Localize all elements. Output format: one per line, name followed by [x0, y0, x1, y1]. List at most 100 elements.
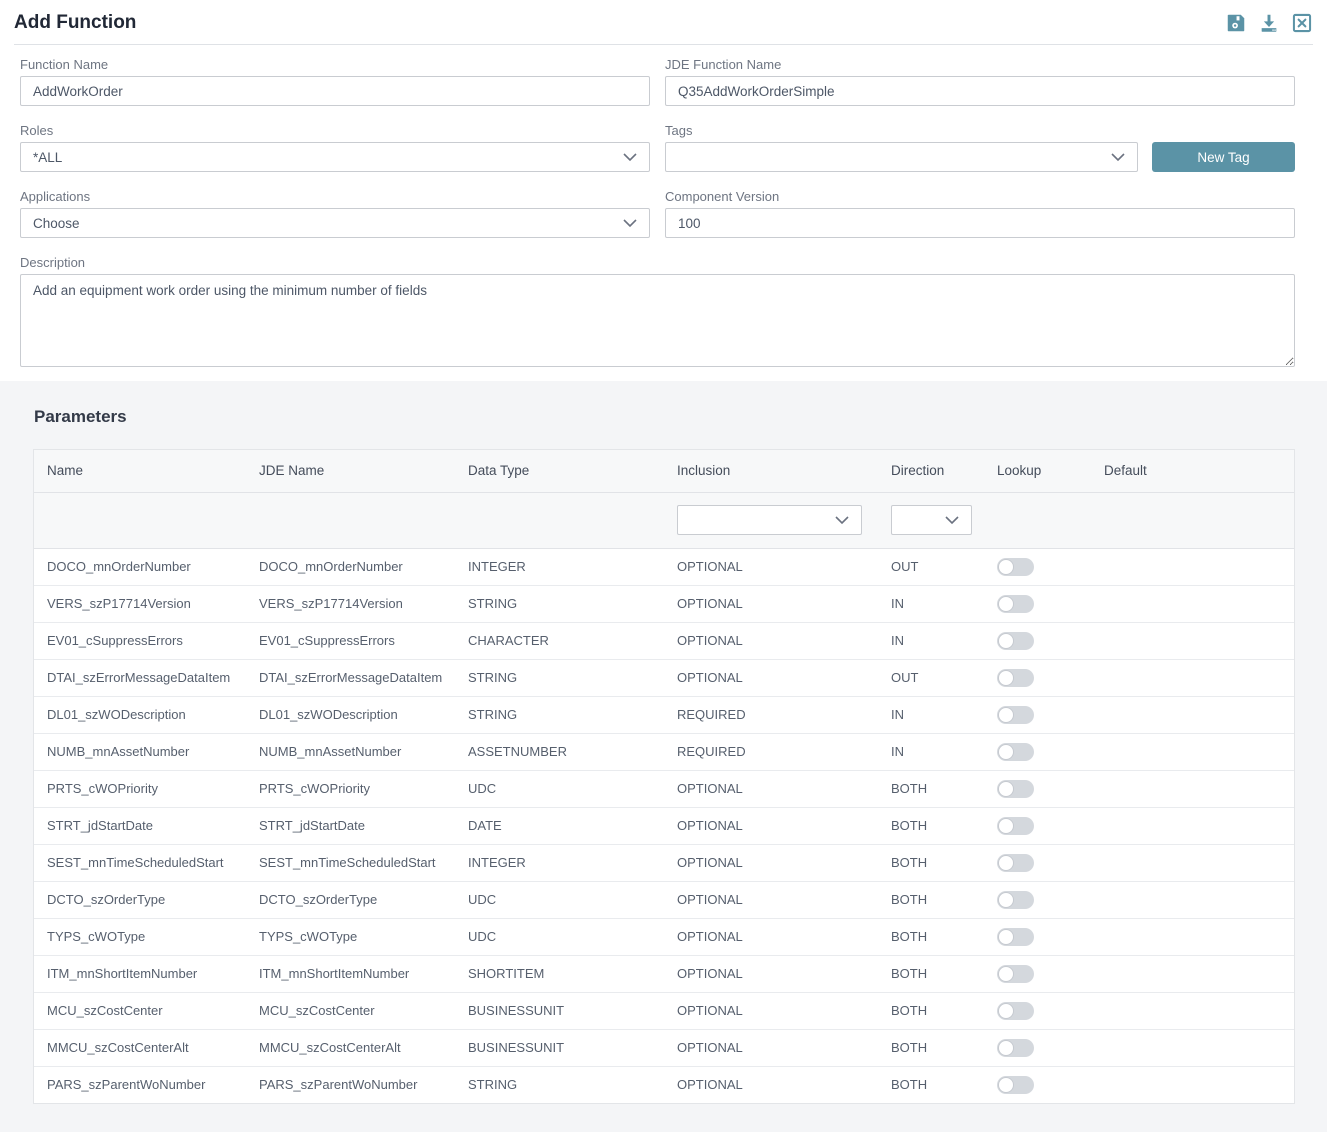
param-data-type-cell: SHORTITEM: [455, 955, 664, 992]
param-lookup-cell: [984, 585, 1091, 622]
tags-select[interactable]: [665, 142, 1138, 172]
table-row: MMCU_szCostCenterAltMMCU_szCostCenterAlt…: [34, 1029, 1294, 1066]
table-row: ITM_mnShortItemNumberITM_mnShortItemNumb…: [34, 955, 1294, 992]
column-header-name: Name: [34, 450, 246, 492]
save-icon[interactable]: [1225, 12, 1247, 34]
param-name-cell: EV01_cSuppressErrors: [34, 622, 246, 659]
param-name-cell: SEST_mnTimeScheduledStart: [34, 844, 246, 881]
table-row: EV01_cSuppressErrorsEV01_cSuppressErrors…: [34, 622, 1294, 659]
param-lookup-cell: [984, 733, 1091, 770]
component-version-label: Component Version: [665, 189, 1295, 204]
param-data-type-cell: UDC: [455, 918, 664, 955]
applications-select[interactable]: Choose: [20, 208, 650, 238]
lookup-toggle[interactable]: [997, 669, 1034, 687]
param-inclusion-cell: OPTIONAL: [664, 1029, 878, 1066]
param-data-type-cell: BUSINESSUNIT: [455, 992, 664, 1029]
chevron-down-icon: [623, 153, 637, 162]
param-jde-name-cell: EV01_cSuppressErrors: [246, 622, 455, 659]
lookup-toggle[interactable]: [997, 743, 1034, 761]
param-direction-cell: BOTH: [878, 918, 984, 955]
param-inclusion-cell: REQUIRED: [664, 696, 878, 733]
param-default-cell: [1091, 696, 1294, 733]
parameters-section: Parameters Name JDE Name Data Type Inclu…: [0, 381, 1327, 1132]
param-inclusion-cell: OPTIONAL: [664, 622, 878, 659]
table-row: NUMB_mnAssetNumberNUMB_mnAssetNumberASSE…: [34, 733, 1294, 770]
param-data-type-cell: UDC: [455, 770, 664, 807]
chevron-down-icon: [1111, 153, 1125, 162]
jde-function-name-input[interactable]: [665, 76, 1295, 106]
param-data-type-cell: CHARACTER: [455, 622, 664, 659]
param-jde-name-cell: VERS_szP17714Version: [246, 585, 455, 622]
column-header-data-type: Data Type: [455, 450, 664, 492]
parameters-table: Name JDE Name Data Type Inclusion Direct…: [34, 450, 1294, 1103]
param-default-cell: [1091, 659, 1294, 696]
applications-selected-value: Choose: [33, 216, 80, 231]
applications-field-group: Applications Choose: [20, 189, 650, 238]
param-data-type-cell: UDC: [455, 881, 664, 918]
param-jde-name-cell: MCU_szCostCenter: [246, 992, 455, 1029]
param-direction-cell: OUT: [878, 548, 984, 585]
component-version-input[interactable]: [665, 208, 1295, 238]
roles-select[interactable]: *ALL: [20, 142, 650, 172]
parameters-title: Parameters: [34, 407, 1295, 427]
param-default-cell: [1091, 733, 1294, 770]
function-form: Function Name JDE Function Name Roles *A…: [0, 45, 1327, 367]
direction-filter-select[interactable]: [891, 505, 972, 535]
param-name-cell: STRT_jdStartDate: [34, 807, 246, 844]
parameters-table-container: Name JDE Name Data Type Inclusion Direct…: [33, 449, 1295, 1104]
close-icon[interactable]: [1291, 12, 1313, 34]
table-row: DOCO_mnOrderNumberDOCO_mnOrderNumberINTE…: [34, 548, 1294, 585]
param-direction-cell: BOTH: [878, 955, 984, 992]
table-row: DCTO_szOrderTypeDCTO_szOrderTypeUDCOPTIO…: [34, 881, 1294, 918]
function-name-input[interactable]: [20, 76, 650, 106]
function-name-label: Function Name: [20, 57, 650, 72]
param-inclusion-cell: OPTIONAL: [664, 807, 878, 844]
chevron-down-icon: [945, 516, 959, 525]
lookup-toggle[interactable]: [997, 817, 1034, 835]
param-name-cell: MMCU_szCostCenterAlt: [34, 1029, 246, 1066]
param-direction-cell: IN: [878, 696, 984, 733]
lookup-toggle[interactable]: [997, 1039, 1034, 1057]
jde-function-name-field-group: JDE Function Name: [665, 57, 1295, 106]
lookup-toggle[interactable]: [997, 595, 1034, 613]
table-row: MCU_szCostCenterMCU_szCostCenterBUSINESS…: [34, 992, 1294, 1029]
toggle-knob: [998, 781, 1014, 797]
inclusion-filter-select[interactable]: [677, 505, 862, 535]
param-jde-name-cell: TYPS_cWOType: [246, 918, 455, 955]
param-direction-cell: BOTH: [878, 770, 984, 807]
param-name-cell: MCU_szCostCenter: [34, 992, 246, 1029]
param-default-cell: [1091, 918, 1294, 955]
roles-field-group: Roles *ALL: [20, 123, 650, 172]
header-actions: [1225, 12, 1313, 34]
toggle-knob: [998, 818, 1014, 834]
lookup-toggle[interactable]: [997, 632, 1034, 650]
param-inclusion-cell: REQUIRED: [664, 733, 878, 770]
param-jde-name-cell: PARS_szParentWoNumber: [246, 1066, 455, 1103]
lookup-toggle[interactable]: [997, 558, 1034, 576]
param-direction-cell: BOTH: [878, 844, 984, 881]
description-textarea[interactable]: Add an equipment work order using the mi…: [20, 274, 1295, 367]
column-header-default: Default: [1091, 450, 1294, 492]
download-icon[interactable]: [1258, 12, 1280, 34]
table-row: PARS_szParentWoNumberPARS_szParentWoNumb…: [34, 1066, 1294, 1103]
column-header-jde-name: JDE Name: [246, 450, 455, 492]
column-header-lookup: Lookup: [984, 450, 1091, 492]
lookup-toggle[interactable]: [997, 1002, 1034, 1020]
param-default-cell: [1091, 585, 1294, 622]
lookup-toggle[interactable]: [997, 706, 1034, 724]
toggle-knob: [998, 559, 1014, 575]
lookup-toggle[interactable]: [997, 965, 1034, 983]
param-default-cell: [1091, 955, 1294, 992]
param-jde-name-cell: DOCO_mnOrderNumber: [246, 548, 455, 585]
param-name-cell: PRTS_cWOPriority: [34, 770, 246, 807]
lookup-toggle[interactable]: [997, 928, 1034, 946]
param-default-cell: [1091, 548, 1294, 585]
lookup-toggle[interactable]: [997, 780, 1034, 798]
lookup-toggle[interactable]: [997, 1076, 1034, 1094]
param-default-cell: [1091, 1029, 1294, 1066]
lookup-toggle[interactable]: [997, 891, 1034, 909]
lookup-toggle[interactable]: [997, 854, 1034, 872]
param-default-cell: [1091, 622, 1294, 659]
param-inclusion-cell: OPTIONAL: [664, 770, 878, 807]
new-tag-button[interactable]: New Tag: [1152, 142, 1295, 172]
